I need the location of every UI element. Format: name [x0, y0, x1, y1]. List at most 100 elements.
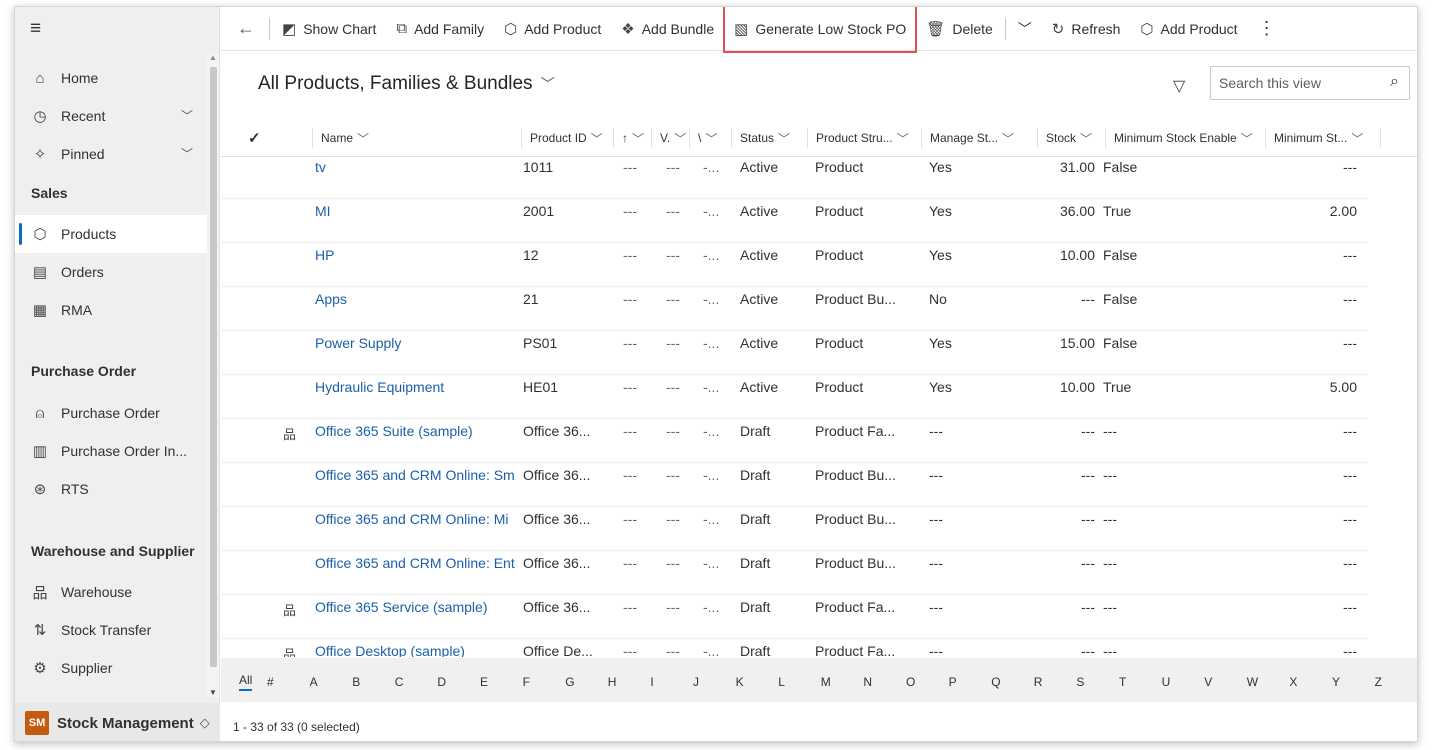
product-name-link[interactable]: Office 365 Suite (sample)	[315, 423, 515, 439]
sidebar-item-purchase-order[interactable]: ⍝ Purchase Order	[15, 394, 207, 432]
scroll-up-icon[interactable]: ▲	[209, 53, 217, 62]
sidebar-item-stock-transfer[interactable]: ⇅ Stock Transfer	[15, 611, 207, 649]
alphabet-filter-u[interactable]: U	[1162, 675, 1171, 689]
column-header-product-structure[interactable]: Product Stru... ﹀	[807, 128, 921, 148]
table-row[interactable]: Office 365 and CRM Online: Mi Office 36..…	[221, 507, 1367, 551]
product-name-link[interactable]: Power Supply	[315, 335, 515, 351]
column-header-product-id[interactable]: Product ID ﹀	[521, 128, 613, 148]
show-chart-button[interactable]: ◩ Show Chart	[272, 7, 386, 51]
alphabet-filter-i[interactable]: I	[650, 675, 653, 689]
alphabet-filter-l[interactable]: L	[778, 675, 785, 689]
sidebar-item-warehouse[interactable]: 品 Warehouse	[15, 573, 207, 611]
add-product-button-2[interactable]: ⬡ Add Product	[1130, 7, 1247, 51]
column-header-name[interactable]: Name ﹀	[312, 128, 521, 148]
alphabet-filter-x[interactable]: X	[1289, 675, 1297, 689]
column-header-stock[interactable]: Stock ﹀	[1037, 128, 1105, 148]
alphabet-filter-v[interactable]: V	[1204, 675, 1212, 689]
alphabet-filter-y[interactable]: Y	[1332, 675, 1340, 689]
chevron-down-icon[interactable]: ﹀	[181, 107, 193, 124]
alphabet-filter-f[interactable]: F	[523, 675, 530, 689]
switch-area-icon[interactable]: ◇	[200, 715, 210, 731]
alphabet-filter-n[interactable]: N	[863, 675, 872, 689]
table-row[interactable]: 品 Office Desktop (sample) Office De... --- -…	[221, 639, 1367, 657]
back-icon[interactable]: ←	[221, 7, 267, 51]
product-name-link[interactable]: HP	[315, 247, 515, 263]
more-commands-icon[interactable]: ⋮	[1248, 7, 1286, 51]
product-name-link[interactable]: Hydraulic Equipment	[315, 379, 515, 395]
product-name-link[interactable]: Apps	[315, 291, 515, 307]
refresh-button[interactable]: ↻ Refresh	[1042, 7, 1131, 51]
delete-options-chevron-icon[interactable]: ﹀	[1008, 7, 1042, 51]
product-name-link[interactable]: Office 365 and CRM Online: Ent	[315, 555, 515, 571]
product-name-link[interactable]: Office 365 and CRM Online: Mi	[315, 511, 515, 527]
sidebar-item-rma[interactable]: ▦ RMA	[15, 291, 207, 329]
table-row[interactable]: 品 Office 365 Suite (sample) Office 36... --…	[221, 419, 1367, 463]
table-row[interactable]: Office 365 and CRM Online: Ent Office 36.…	[221, 551, 1367, 595]
sidebar-item-rts[interactable]: ⊛ RTS	[15, 470, 207, 508]
alphabet-filter-e[interactable]: E	[480, 675, 488, 689]
select-all-checkmark-icon[interactable]: ✓	[248, 129, 261, 147]
hierarchy-icon[interactable]: 品	[283, 424, 296, 443]
column-header-col3[interactable]: ↑ ﹀	[613, 128, 651, 148]
alphabet-filter-s[interactable]: S	[1076, 675, 1084, 689]
alphabet-filter-r[interactable]: R	[1034, 675, 1043, 689]
hierarchy-icon[interactable]: 品	[283, 644, 296, 657]
add-product-button[interactable]: ⬡ Add Product	[494, 7, 611, 51]
alphabet-filter-d[interactable]: D	[437, 675, 446, 689]
column-header-col4[interactable]: V. ﹀	[651, 128, 689, 148]
search-icon[interactable]: ⌕	[1390, 73, 1399, 91]
sidebar-item-products[interactable]: ⬡ Products	[15, 215, 207, 253]
alphabet-filter-m[interactable]: M	[821, 675, 831, 689]
delete-button[interactable]: 🗑 Delete	[916, 7, 1003, 51]
product-name-link[interactable]: Office Desktop (sample)	[315, 643, 515, 657]
column-header-min-stock-enable[interactable]: Minimum Stock Enable ﹀	[1105, 128, 1265, 148]
alphabet-filter-q[interactable]: Q	[991, 675, 1000, 689]
sidebar-item-recent[interactable]: ◷ Recent ﹀	[15, 97, 207, 135]
add-family-button[interactable]: ⧉ Add Family	[386, 7, 494, 51]
hierarchy-icon[interactable]: 品	[283, 600, 296, 619]
table-row[interactable]: HP 12 --- --- -... Active Product Yes 10.00 False…	[221, 243, 1367, 287]
alphabet-filter-j[interactable]: J	[693, 675, 699, 689]
sidebar-item-supplier[interactable]: ⚙ Supplier	[15, 649, 207, 687]
alphabet-filter-hash[interactable]: #	[267, 675, 274, 689]
sidebar-scrollbar[interactable]: ▲ ▼	[207, 53, 219, 697]
filter-icon[interactable]: ▽	[1173, 76, 1185, 96]
column-header-min-stock[interactable]: Minimum St... ﹀	[1265, 128, 1381, 148]
table-row[interactable]: 品 Office 365 Service (sample) Office 36...…	[221, 595, 1367, 639]
add-bundle-button[interactable]: ❖ Add Bundle	[611, 7, 724, 51]
alphabet-filter-h[interactable]: H	[608, 675, 617, 689]
alphabet-filter-c[interactable]: C	[395, 675, 404, 689]
hamburger-menu-icon[interactable]: ≡	[15, 7, 219, 51]
sidebar-item-orders[interactable]: ▤ Orders	[15, 253, 207, 291]
alphabet-filter-w[interactable]: W	[1247, 675, 1258, 689]
product-name-link[interactable]: tv	[315, 159, 515, 175]
product-name-link[interactable]: Office 365 and CRM Online: Sm	[315, 467, 515, 483]
alphabet-filter-o[interactable]: O	[906, 675, 915, 689]
table-row[interactable]: Hydraulic Equipment HE01 --- --- -... Active P…	[221, 375, 1367, 419]
view-selector[interactable]: All Products, Families & Bundles ﹀	[258, 73, 555, 95]
product-name-link[interactable]: Office 365 Service (sample)	[315, 599, 515, 615]
search-input[interactable]: Search this view ⌕	[1210, 66, 1410, 100]
column-header-col5[interactable]: \ ﹀	[689, 128, 731, 148]
table-row[interactable]: Power Supply PS01 --- --- -... Active Product Y…	[221, 331, 1367, 375]
alphabet-filter-k[interactable]: K	[736, 675, 744, 689]
column-header-manage-stock[interactable]: Manage St... ﹀	[921, 128, 1037, 148]
column-header-status[interactable]: Status ﹀	[731, 128, 807, 148]
table-row[interactable]: Apps 21 --- --- -... Active Product Bu... No ---…	[221, 287, 1367, 331]
scroll-down-icon[interactable]: ▼	[209, 688, 217, 697]
area-switcher[interactable]: SM Stock Management ◇	[15, 703, 220, 741]
alphabet-filter-b[interactable]: B	[352, 675, 360, 689]
alphabet-filter-t[interactable]: T	[1119, 675, 1126, 689]
table-row[interactable]: tv 1011 --- --- -... Active Product Yes 31.00 Fal…	[221, 157, 1367, 199]
sidebar-item-purchase-order-in[interactable]: ▥ Purchase Order In...	[15, 432, 207, 470]
alphabet-filter-g[interactable]: G	[565, 675, 574, 689]
scrollbar-thumb[interactable]	[210, 67, 217, 667]
alphabet-filter-all[interactable]: All	[239, 673, 253, 691]
alphabet-filter-a[interactable]: A	[310, 675, 318, 689]
table-row[interactable]: Office 365 and CRM Online: Sm Office 36..…	[221, 463, 1367, 507]
alphabet-filter-p[interactable]: P	[949, 675, 957, 689]
generate-low-stock-po-button[interactable]: ▧ Generate Low Stock PO	[723, 7, 918, 53]
sidebar-item-pinned[interactable]: ✧ Pinned ﹀	[15, 135, 207, 173]
product-name-link[interactable]: MI	[315, 203, 515, 219]
chevron-down-icon[interactable]: ﹀	[181, 145, 193, 162]
